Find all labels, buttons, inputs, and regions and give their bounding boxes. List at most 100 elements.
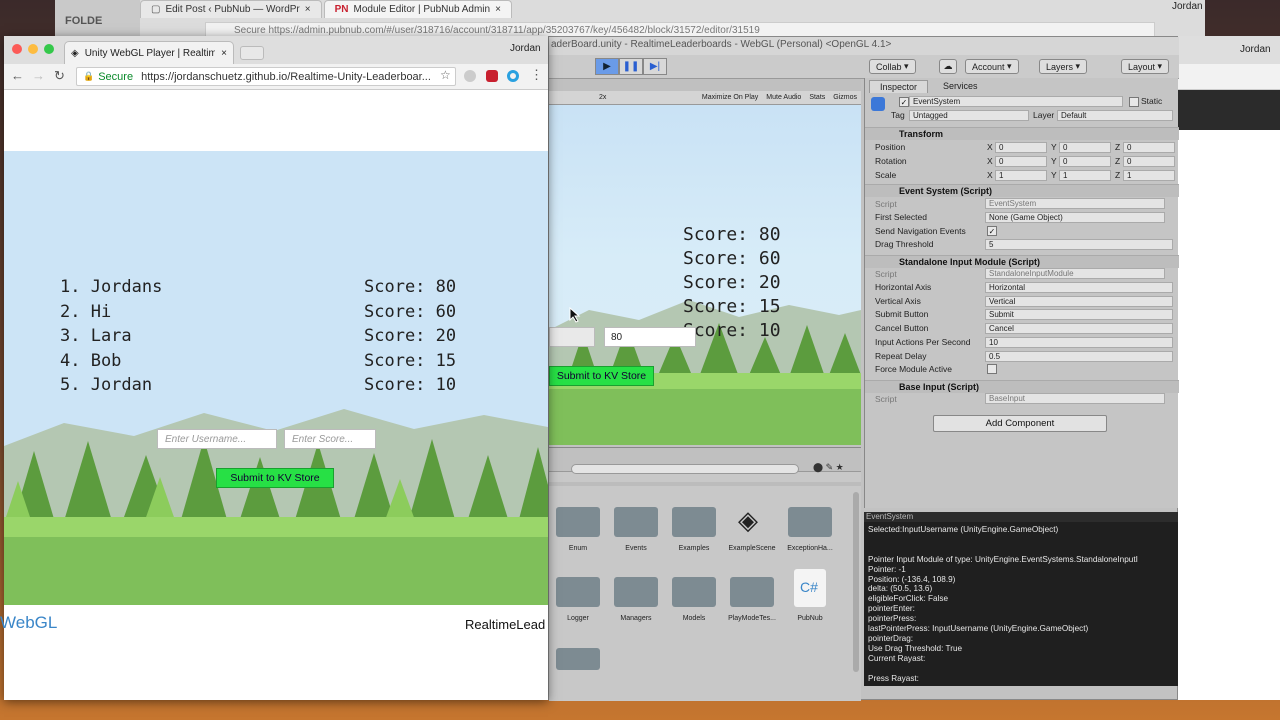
layer-dropdown[interactable]: Default [1057,110,1173,121]
profile-user[interactable]: Jordan [510,43,541,54]
score-input[interactable]: Enter Score... [284,429,376,449]
transform-y-field[interactable]: 0 [1059,156,1111,167]
folder-icon[interactable] [614,577,658,607]
transform-y-field[interactable]: 1 [1059,170,1111,181]
play-button[interactable]: ▶ [595,58,619,75]
back-browser-user[interactable]: Jordan [1172,1,1203,12]
close-window-button[interactable] [12,44,22,54]
tag-dropdown[interactable]: Untagged [909,110,1029,121]
maximize-on-play-toggle[interactable]: Maximize On Play [702,94,758,101]
drag-threshold-field[interactable]: 5 [985,239,1173,250]
address-bar[interactable]: 🔒 Secure https://jordanschuetz.github.io… [76,67,456,86]
transform-y-field[interactable]: 0 [1059,142,1111,153]
maximize-window-button[interactable] [44,44,54,54]
folder-icon[interactable] [788,507,832,537]
folder-icon[interactable] [556,577,600,607]
csharp-script-icon[interactable]: C# [794,569,826,607]
leaderboard-score: Score: 60 [364,301,457,322]
right-browser-user[interactable]: Jordan [1240,44,1271,55]
layers-dropdown[interactable]: Layers ▾ [1039,59,1088,74]
minimize-window-button[interactable] [28,44,38,54]
scale-label[interactable]: 2x [599,94,606,101]
unity-title: aderBoard.unity - RealtimeLeaderboards -… [549,37,1179,55]
close-icon[interactable]: × [495,4,501,15]
folder-icon[interactable] [672,507,716,537]
force-module-checkbox[interactable] [987,364,997,374]
console-log[interactable]: Selected:InputUsername (UnityEngine.Game… [864,522,1178,686]
transform-x-field[interactable]: 0 [995,156,1047,167]
game-submit-button[interactable]: Submit to KV Store [549,366,654,386]
extension-circle-icon[interactable] [507,70,519,82]
reload-icon[interactable]: ↻ [54,68,65,84]
layout-dropdown[interactable]: Layout ▾ [1121,59,1170,74]
transform-header[interactable]: Transform [865,127,1179,140]
gizmos-dropdown[interactable]: Gizmos [833,94,857,101]
close-icon[interactable]: × [305,4,311,15]
tab-inspector[interactable]: Inspector [869,80,929,93]
extension-icon[interactable] [464,70,476,82]
base-input-header[interactable]: Base Input (Script) [865,380,1179,393]
static-label: Static [1141,96,1163,106]
tab-services[interactable]: Services [943,81,978,91]
active-checkbox[interactable]: ✓ [899,97,909,107]
game-score: Score: 15 [683,296,781,317]
folder-icon[interactable] [556,507,600,537]
transform-z-field[interactable]: 0 [1123,156,1175,167]
standalone-setting-field[interactable]: Horizontal [985,282,1173,293]
unity-scene-icon[interactable]: ◈ [730,505,774,537]
axis-label: X [987,156,993,166]
send-nav-checkbox[interactable]: ✓ [987,226,997,236]
username-input[interactable]: Enter Username... [157,429,277,449]
axis-label: Y [1051,142,1057,152]
back-browser-tabs: ▢ Edit Post ‹ PubNub — WordPr × PN Module E… [140,0,514,18]
folder-icon[interactable] [730,577,774,607]
new-tab-button[interactable] [240,46,264,60]
standalone-header[interactable]: Standalone Input Module (Script) [865,255,1179,268]
account-dropdown[interactable]: Account ▾ [965,59,1019,74]
static-checkbox[interactable] [1129,97,1139,107]
axis-label: Y [1051,156,1057,166]
standalone-setting-field[interactable]: Cancel [985,323,1173,335]
game-view[interactable]: Score: 80 Score: 60 Score: 20 Score: 15 … [549,105,861,445]
leaderboard-score: Score: 10 [364,375,457,395]
back-icon[interactable]: ← [11,68,24,83]
transform-z-field[interactable]: 1 [1123,170,1175,181]
folder-icon[interactable] [672,577,716,607]
event-system-header[interactable]: Event System (Script) [865,184,1179,197]
standalone-setting-field[interactable]: Submit [985,309,1173,321]
transform-z-field[interactable]: 0 [1123,142,1175,153]
tab-unity-webgl[interactable]: ◈ Unity WebGL Player | Realtime × [64,41,234,64]
standalone-setting-field[interactable]: 10 [985,336,1173,348]
folder-label: ExampleScene [728,545,776,552]
object-name-field[interactable]: EventSystem [909,96,1123,107]
close-tab-icon[interactable]: × [221,48,227,59]
tab-wordpress[interactable]: ▢ Edit Post ‹ PubNub — WordPr × [140,0,322,18]
unity-webgl-canvas[interactable]: 1. Jordans 2. Hi 3. Lara 4. Bob 5. Jorda… [4,151,548,605]
game-score-input[interactable]: 80 [604,327,696,347]
project-scrollbar[interactable] [853,492,859,672]
stats-toggle[interactable]: Stats [809,94,825,101]
bookmark-star-icon[interactable]: ☆ [440,68,451,82]
transform-x-field[interactable]: 1 [995,170,1047,181]
add-component-button[interactable]: Add Component [933,415,1107,432]
folder-icon[interactable] [614,507,658,537]
step-button[interactable]: ▶| [643,58,667,75]
leaderboard-name: 2. Hi [60,301,112,322]
ublock-icon[interactable] [486,70,498,82]
cloud-button[interactable]: ☁ [939,59,957,74]
game-username-input[interactable] [549,327,595,347]
forward-icon[interactable]: → [32,68,45,83]
first-selected-field[interactable]: None (Game Object) [985,212,1165,223]
submit-button[interactable]: Submit to KV Store [216,468,334,488]
tab-module-editor[interactable]: PN Module Editor | PubNub Admin × [323,0,512,18]
mute-audio-toggle[interactable]: Mute Audio [766,94,801,101]
project-search-input[interactable] [571,464,799,474]
folder-icon[interactable] [556,648,600,670]
collab-dropdown[interactable]: Collab ▾ [869,59,916,74]
standalone-setting-field[interactable]: Vertical [985,295,1173,307]
standalone-setting-field[interactable]: 0.5 [985,350,1173,362]
filter-icons[interactable]: ⬤ ✎ ★ [813,462,844,473]
pause-button[interactable]: ❚❚ [619,58,643,75]
menu-kebab-icon[interactable]: ⋮ [530,67,543,83]
transform-x-field[interactable]: 0 [995,142,1047,153]
